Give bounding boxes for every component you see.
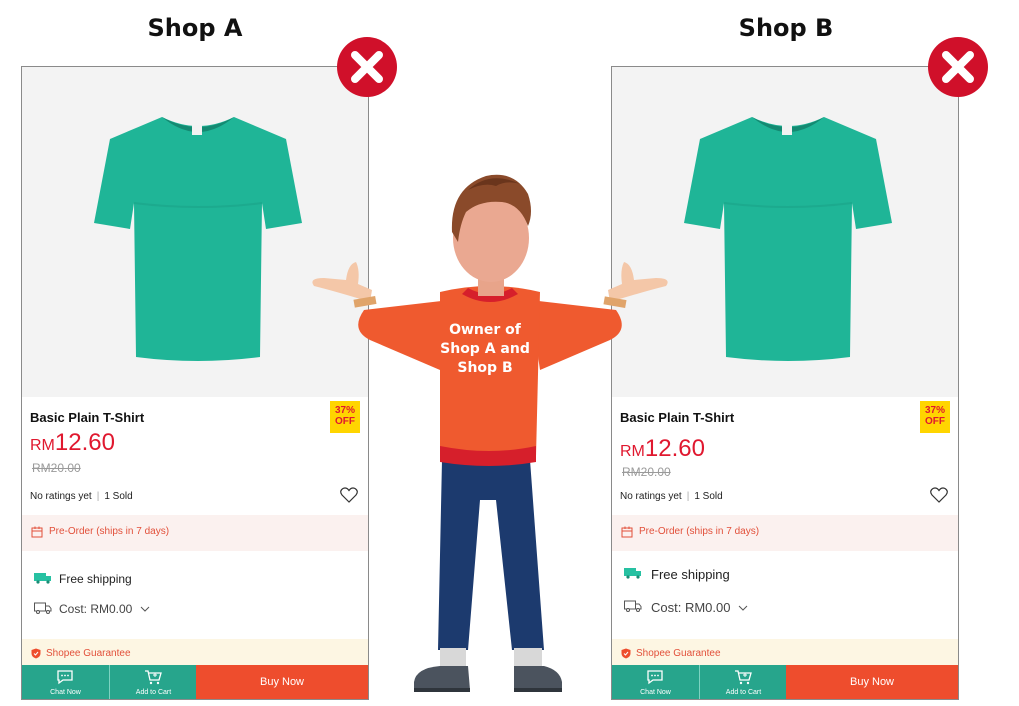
cart-icon [145,670,162,685]
chevron-down-icon[interactable] [738,604,748,612]
close-icon [337,37,397,97]
shop-b-title: Shop B [738,14,834,42]
chat-now-button[interactable]: Chat Now [22,665,109,699]
ratings-summary: No ratings yet | 1 Sold [30,491,133,502]
add-to-cart-button[interactable]: Add to Cart [699,665,787,699]
preorder-text: Pre-Order (ships in 7 days) [49,526,170,537]
discount-badge: 37% OFF [920,401,950,433]
owner-line-2: Shop A and [440,341,530,357]
shipping-cost-row[interactable]: Cost: RM0.00 [34,602,150,616]
ratings-text: No ratings yet [30,491,92,502]
owner-line-1: Owner of [449,322,521,338]
shield-icon [31,648,41,659]
free-shipping-text: Free shipping [59,572,132,586]
shop-a-title: Shop A [147,14,243,42]
owner-illustration [312,174,668,692]
truck-icon [34,602,52,614]
product-name: Basic Plain T-Shirt [30,410,145,425]
heart-icon[interactable] [930,487,948,503]
calendar-icon [31,526,43,538]
close-icon [928,37,988,97]
cart-icon [735,670,752,685]
price-currency: RM [30,437,55,454]
add-to-cart-button[interactable]: Add to Cart [109,665,197,699]
discount-label: OFF [925,416,945,427]
chat-now-label: Chat Now [50,689,81,696]
tshirt-image [684,117,892,361]
sold-count: 1 Sold [104,491,133,502]
add-to-cart-label: Add to Cart [135,689,172,696]
guarantee-text: Shopee Guarantee [46,648,131,659]
buy-now-button[interactable]: Buy Now [786,665,958,699]
tshirt-image [94,117,302,361]
price-amount: 12.60 [54,429,115,456]
product-price: RM12.60 [30,429,115,457]
discount-percent: 37% [924,405,945,416]
original-price: RM20.00 [32,461,81,475]
owner-line-3: Shop B [457,360,513,376]
chevron-down-icon[interactable] [140,605,150,613]
owner-caption: Owner of Shop A and Shop B [420,321,550,378]
chat-icon [57,670,73,685]
add-to-cart-label: Add to Cart [725,689,762,696]
sold-count: 1 Sold [694,491,723,502]
free-shipping-icon [34,573,51,584]
shipping-cost-text: Cost: RM0.00 [59,602,133,616]
free-shipping-row: Free shipping [34,572,132,586]
